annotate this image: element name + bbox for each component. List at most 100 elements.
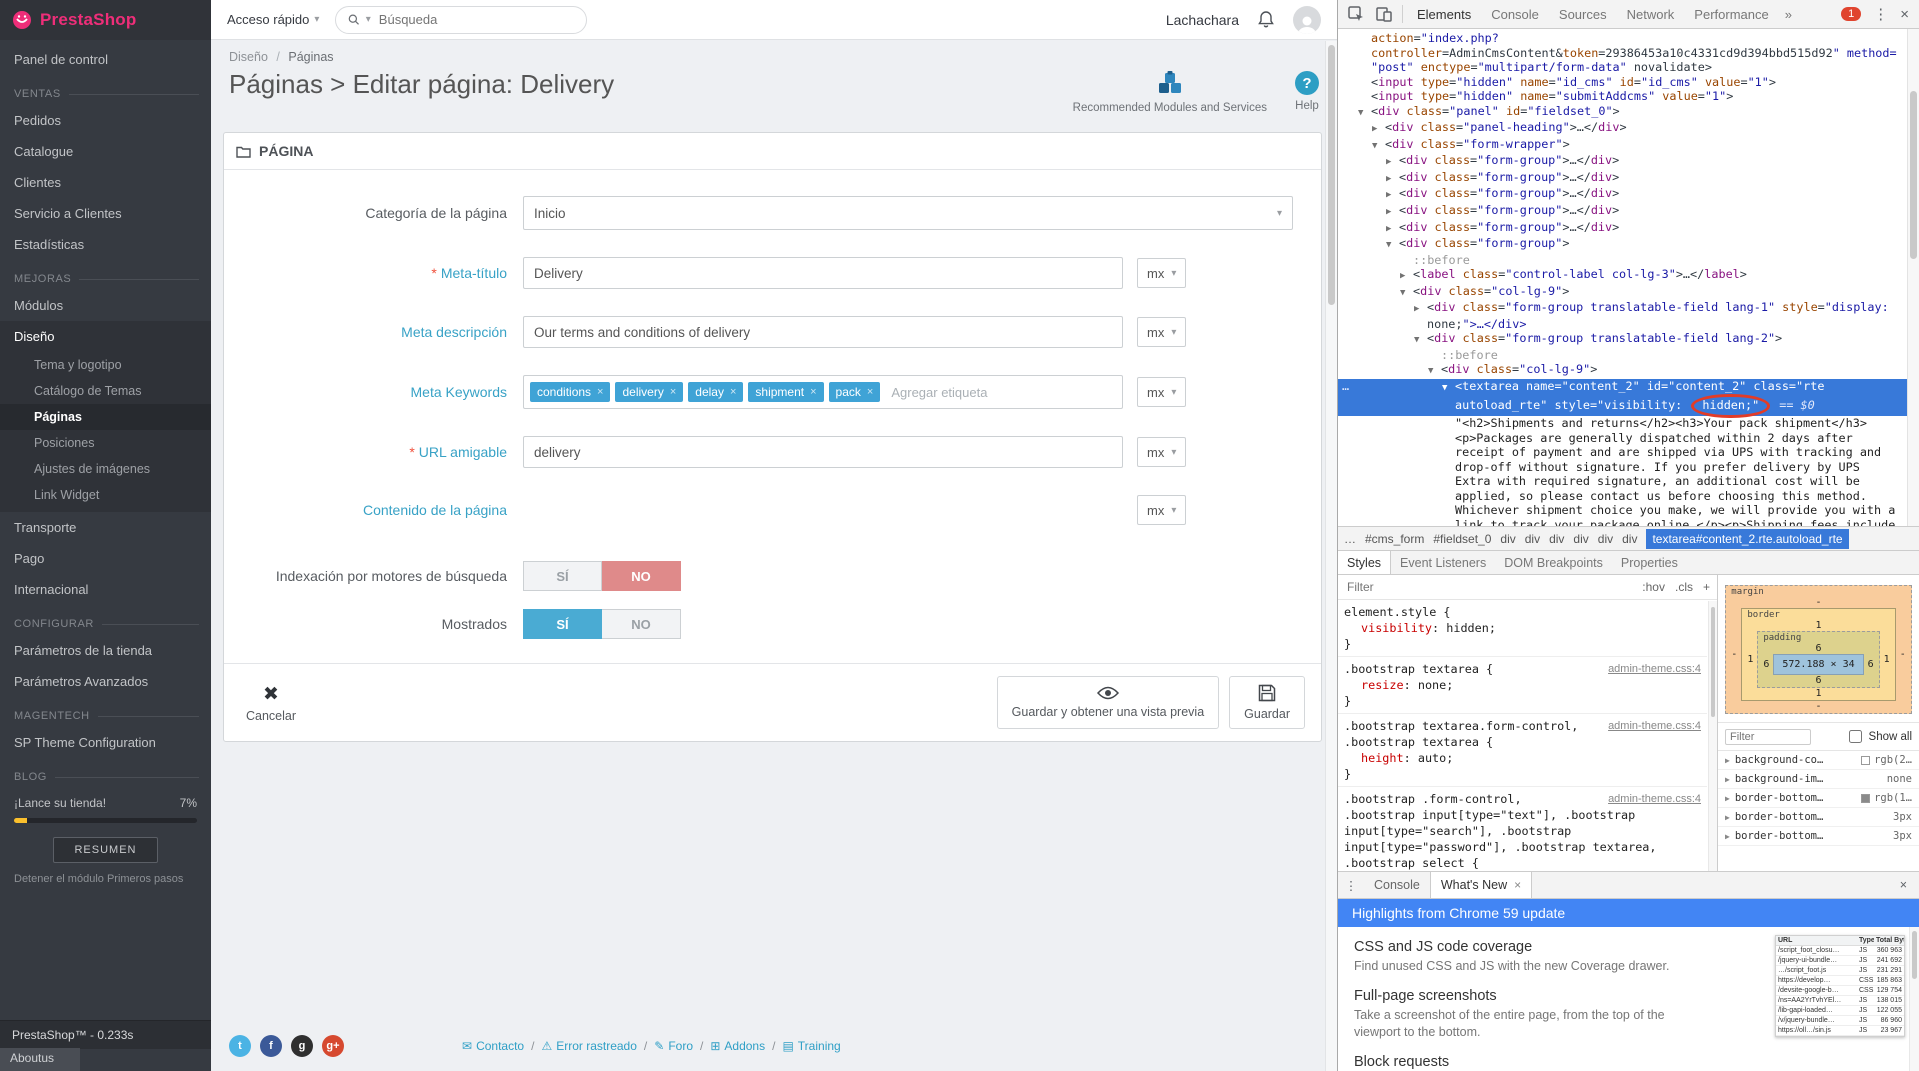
- expand-arrow-icon[interactable]: ▶: [1386, 172, 1399, 187]
- social-github-icon[interactable]: g: [291, 1035, 313, 1057]
- dom-tree-line[interactable]: "<h2>Shipments and returns</h2><h3>Your …: [1338, 416, 1907, 431]
- sidebar-item-clientes[interactable]: Clientes: [0, 167, 211, 198]
- dom-tree-line[interactable]: link to track your package online.</p><p…: [1338, 518, 1907, 526]
- save-button[interactable]: Guardar: [1229, 676, 1305, 729]
- sidebar-item-servicio-a-clientes[interactable]: Servicio a Clientes: [0, 198, 211, 229]
- style-property[interactable]: height: auto;: [1344, 750, 1701, 766]
- sidebar-item-panel-de-control[interactable]: Panel de control: [0, 44, 211, 75]
- user-menu[interactable]: Lachachara: [1166, 12, 1239, 28]
- more-tabs-chevron-icon[interactable]: »: [1779, 7, 1798, 22]
- language-selector[interactable]: mx ▾: [1137, 437, 1187, 467]
- dom-crumb-textarea-content-2-rte-autoload-rte[interactable]: textarea#content_2.rte.autoload_rte: [1646, 528, 1849, 549]
- dom-selected-node[interactable]: … ▼ <textarea name="content_2" id="content…: [1338, 379, 1907, 419]
- dom-tree-line[interactable]: Extra with required signature, an additi…: [1338, 474, 1907, 489]
- devtools-tab-sources[interactable]: Sources: [1549, 0, 1617, 28]
- language-selector[interactable]: mx ▾: [1137, 317, 1187, 347]
- computed-property-row[interactable]: ▶ border-bottom… 3px: [1718, 808, 1919, 827]
- drawer-tab-console[interactable]: Console: [1364, 872, 1430, 898]
- notifications-bell-icon[interactable]: [1257, 10, 1275, 29]
- footer-link-error-rastreado[interactable]: ⚠ Error rastreado: [541, 1039, 636, 1053]
- dom-tree-line[interactable]: ▶ <div class="form-group">…</div>: [1338, 203, 1907, 220]
- computed-property-row[interactable]: ▶ background-co… rgb(2…: [1718, 751, 1919, 770]
- dom-tree-line[interactable]: ▶ <label class="control-label col-lg-3">……: [1338, 267, 1907, 284]
- drawer-close-icon[interactable]: ×: [1888, 872, 1919, 898]
- computed-property-row[interactable]: ▶ background-im… none: [1718, 770, 1919, 789]
- sidebar-item-estadísticas[interactable]: Estadísticas: [0, 229, 211, 260]
- expand-arrow-icon[interactable]: ▶: [1725, 813, 1730, 822]
- dom-tree-line[interactable]: ▶ <div class="form-group translatable-fie…: [1338, 300, 1907, 317]
- recommended-modules-button[interactable]: Recommended Modules and Services: [1073, 71, 1267, 114]
- sidebar-item-diseño[interactable]: Diseño: [0, 321, 211, 352]
- social-facebook-icon[interactable]: f: [260, 1035, 282, 1057]
- styles-scrollbar[interactable]: [1708, 601, 1717, 871]
- dom-tree-line[interactable]: ▼ <div class="panel" id="fieldset_0">: [1338, 104, 1907, 121]
- new-style-rule-button[interactable]: +: [1703, 580, 1710, 594]
- global-search[interactable]: ▾: [335, 5, 588, 34]
- prestashop-logo[interactable]: PrestaShop: [0, 0, 211, 40]
- stop-onboarding-link[interactable]: Detener el módulo Primeros pasos: [14, 873, 197, 885]
- dom-tree-line[interactable]: ▶ <div class="panel-heading">…</div>: [1338, 120, 1907, 137]
- expand-arrow-icon[interactable]: ▶: [1386, 188, 1399, 203]
- collapse-arrow-icon[interactable]: ▼: [1400, 286, 1413, 301]
- switch-off-option[interactable]: NO: [602, 609, 681, 639]
- expand-arrow-icon[interactable]: ▶: [1386, 155, 1399, 170]
- computed-property-row[interactable]: ▶ border-bottom… 3px: [1718, 827, 1919, 846]
- styles-tab-dom-breakpoints[interactable]: DOM Breakpoints: [1495, 551, 1612, 574]
- style-property[interactable]: resize: none;: [1344, 677, 1701, 693]
- collapse-arrow-icon[interactable]: ▼: [1414, 333, 1427, 348]
- dom-tree-line[interactable]: ::before: [1338, 253, 1907, 268]
- collapse-arrow-icon[interactable]: ▼: [1442, 381, 1455, 396]
- stylesheet-link[interactable]: admin-theme.css:4: [1608, 661, 1701, 677]
- language-selector[interactable]: mx ▾: [1137, 258, 1187, 288]
- dom-crumb-div[interactable]: div: [1573, 532, 1588, 546]
- language-selector[interactable]: mx ▾: [1137, 377, 1187, 407]
- dom-tree-line[interactable]: <p>Packages are generally dispatched wit…: [1338, 431, 1907, 446]
- whats-new-scrollbar-thumb[interactable]: [1912, 931, 1917, 979]
- dom-crumb-[interactable]: …: [1344, 532, 1356, 546]
- sidebar-item-pago[interactable]: Pago: [0, 543, 211, 574]
- device-toolbar-icon[interactable]: [1370, 0, 1398, 28]
- elements-scrollbar-thumb[interactable]: [1910, 91, 1917, 259]
- dom-crumb-div[interactable]: div: [1525, 532, 1540, 546]
- expand-arrow-icon[interactable]: ▶: [1725, 756, 1730, 765]
- dom-tree-line[interactable]: drop-off without signature. If you prefe…: [1338, 460, 1907, 475]
- dom-crumb-div[interactable]: div: [1500, 532, 1515, 546]
- page-scrollbar-thumb[interactable]: [1328, 45, 1335, 305]
- dom-crumb-div[interactable]: div: [1549, 532, 1564, 546]
- expand-arrow-icon[interactable]: ▶: [1400, 269, 1413, 284]
- collapse-arrow-icon[interactable]: ▼: [1372, 139, 1385, 154]
- devtools-tab-network[interactable]: Network: [1617, 0, 1685, 28]
- devtools-tab-elements[interactable]: Elements: [1407, 0, 1481, 28]
- dom-tree-line[interactable]: applied, so please contact us before cho…: [1338, 489, 1907, 504]
- tag-remove-icon[interactable]: ×: [670, 386, 676, 398]
- collapse-arrow-icon[interactable]: ▼: [1358, 106, 1371, 121]
- styles-tab-event-listeners[interactable]: Event Listeners: [1391, 551, 1495, 574]
- input-meta-descripción[interactable]: [523, 316, 1123, 348]
- language-selector[interactable]: mx ▾: [1137, 495, 1187, 525]
- expand-arrow-icon[interactable]: ▶: [1725, 775, 1730, 784]
- expand-arrow-icon[interactable]: ▶: [1725, 832, 1730, 841]
- dom-tree-line[interactable]: ::before: [1338, 348, 1907, 363]
- dom-crumb-div[interactable]: div: [1622, 532, 1637, 546]
- page-scrollbar[interactable]: [1325, 41, 1337, 1071]
- dom-tree-line[interactable]: action="index.php?: [1338, 31, 1907, 46]
- sidebar-item-posiciones[interactable]: Posiciones: [0, 430, 211, 456]
- elements-scrollbar[interactable]: [1907, 29, 1919, 526]
- dom-tree-line[interactable]: ▶ <div class="form-group">…</div>: [1338, 170, 1907, 187]
- help-button[interactable]: ? Help: [1295, 71, 1319, 114]
- dom-tree-line[interactable]: ▶ <div class="form-group">…</div>: [1338, 186, 1907, 203]
- dom-tree-line[interactable]: ▶ <div class="form-group">…</div>: [1338, 153, 1907, 170]
- expand-arrow-icon[interactable]: ▶: [1372, 122, 1385, 137]
- sidebar-item-parámetros-avanzados[interactable]: Parámetros Avanzados: [0, 666, 211, 697]
- sidebar-item-catalogue[interactable]: Catalogue: [0, 136, 211, 167]
- cancel-button[interactable]: ✖ Cancelar: [240, 682, 302, 724]
- input-meta-título[interactable]: [523, 257, 1123, 289]
- expand-arrow-icon[interactable]: ▶: [1386, 205, 1399, 220]
- show-all-toggle[interactable]: Show all: [1845, 727, 1912, 746]
- footer-link-addons[interactable]: ⊞ Addons: [710, 1039, 765, 1053]
- category-select[interactable]: Inicio ▾: [523, 196, 1293, 230]
- sidebar-item-páginas[interactable]: Páginas: [0, 404, 211, 430]
- stylesheet-link[interactable]: admin-theme.css:4: [1608, 791, 1701, 807]
- whats-new-scrollbar[interactable]: [1909, 927, 1919, 1071]
- switch-off-option[interactable]: NO: [602, 561, 681, 591]
